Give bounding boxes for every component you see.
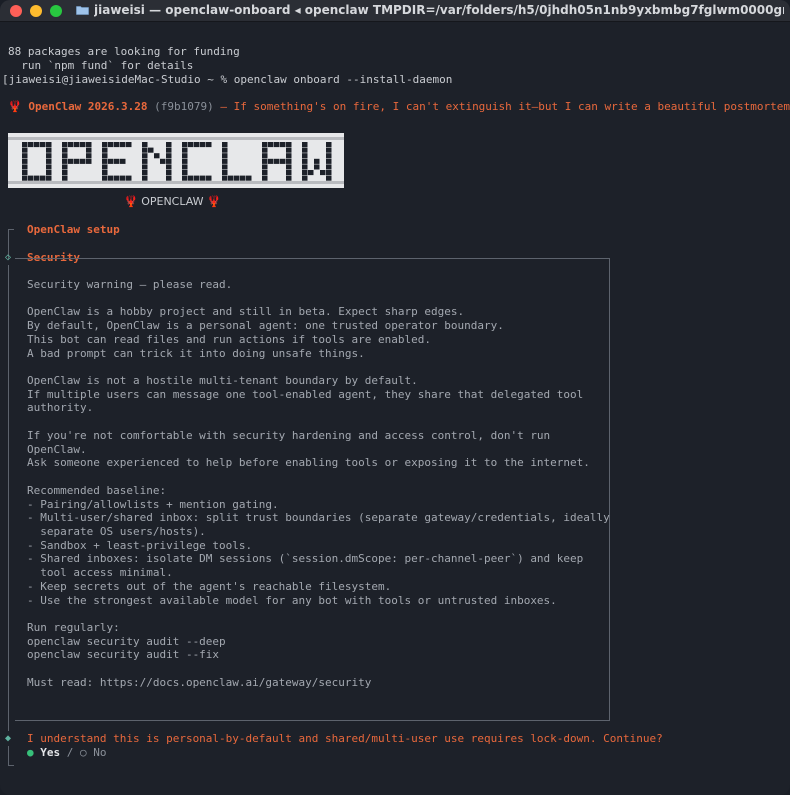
security-text-line: Run regularly:	[27, 621, 120, 634]
security-text-line: Must read: https://docs.openclaw.ai/gate…	[27, 675, 372, 689]
security-text-line: OpenClaw is not a hostile multi-tenant b…	[27, 374, 418, 388]
security-rail	[8, 265, 9, 731]
security-text-line: If you're not comfortable with security …	[27, 428, 551, 442]
window-title: jiaweisi — openclaw-onboard ◂ openclaw T…	[94, 3, 784, 17]
security-text-line: - Sandbox + least-privilege tools.	[27, 538, 253, 552]
folder-icon	[76, 6, 89, 15]
radio-selected-icon[interactable]: ●	[27, 746, 34, 759]
security-text-line: openclaw security audit --fix	[27, 648, 220, 662]
security-text-line: Recommended baseline:	[27, 483, 167, 497]
title-bar: jiaweisi — openclaw-onboard ◂ openclaw T…	[0, 0, 790, 22]
minimize-window-button[interactable]	[30, 5, 42, 17]
maximize-window-button[interactable]	[50, 5, 62, 17]
banner-name: OpenClaw 2026.3.28	[28, 100, 148, 113]
confirm-options: ● Yes / ○ No	[27, 746, 107, 760]
security-text-line: Security warning — please read.	[27, 278, 233, 291]
security-text-line: Ask someone experienced to help before e…	[27, 456, 590, 470]
security-text-line: - Use the strongest available model for …	[27, 593, 557, 607]
terminal-content[interactable]: 88 packages are looking for funding run …	[0, 22, 790, 795]
terminal-window: jiaweisi — openclaw-onboard ◂ openclaw T…	[0, 0, 790, 795]
option-yes[interactable]: Yes	[40, 746, 60, 759]
fund-hint-line: run `npm fund` for details	[8, 59, 194, 72]
lobster-icon: 🦞	[8, 100, 22, 113]
answer-tick	[8, 765, 14, 766]
openclaw-ascii-logo	[8, 133, 344, 188]
banner-tagline: — If something's on fire, I can't exting…	[220, 100, 790, 113]
radio-unselected-icon[interactable]: ○	[80, 746, 87, 759]
command-prompt-line: [jiaweisi@jiaweisideMac-Studio ~ % openc…	[2, 73, 453, 86]
security-text-line: - Pairing/allowlists + mention gating.	[27, 497, 279, 511]
option-no[interactable]: No	[93, 746, 106, 759]
lobster-icon: 🦞	[207, 195, 221, 208]
setup-tick	[8, 229, 14, 230]
security-text-line: A bad prompt can trick it into doing uns…	[27, 346, 365, 360]
confirm-question: I understand this is personal-by-default…	[27, 732, 663, 745]
security-text-line: separate OS users/hosts).	[27, 524, 206, 538]
option-separator: /	[66, 746, 74, 759]
security-text-line: OpenClaw is a hobby project and still in…	[27, 305, 465, 319]
security-text-line: - Keep secrets out of the agent's reacha…	[27, 579, 392, 593]
security-text-line: This bot can read files and run actions …	[27, 332, 431, 346]
funding-line: 88 packages are looking for funding	[8, 45, 240, 58]
security-text-line: By default, OpenClaw is a personal agent…	[27, 319, 504, 333]
security-text-line: authority.	[27, 401, 94, 415]
security-text-line: - Shared inboxes: isolate DM sessions (`…	[27, 552, 584, 566]
setup-heading: OpenClaw setup	[27, 223, 120, 236]
diamond-icon: ◆	[5, 733, 12, 744]
security-text-line: If multiple users can message one tool-e…	[27, 387, 584, 401]
banner-line: 🦞 OpenClaw 2026.3.28 (f9b1079) — If some…	[8, 100, 790, 114]
close-window-button[interactable]	[10, 5, 22, 17]
answer-rail	[8, 746, 9, 766]
diamond-icon: ◇	[5, 252, 12, 263]
security-text-line: openclaw security audit --deep	[27, 634, 226, 648]
logo-caption-text: OPENCLAW	[141, 195, 204, 208]
logo-caption: 🦞 OPENCLAW 🦞	[124, 195, 221, 209]
security-text-line: OpenClaw.	[27, 442, 87, 456]
security-text-line: tool access minimal.	[27, 566, 173, 580]
security-text-line: - Multi-user/shared inbox: split trust b…	[27, 511, 610, 525]
banner-hash: (f9b1079)	[154, 100, 214, 113]
lobster-icon: 🦞	[124, 195, 138, 208]
